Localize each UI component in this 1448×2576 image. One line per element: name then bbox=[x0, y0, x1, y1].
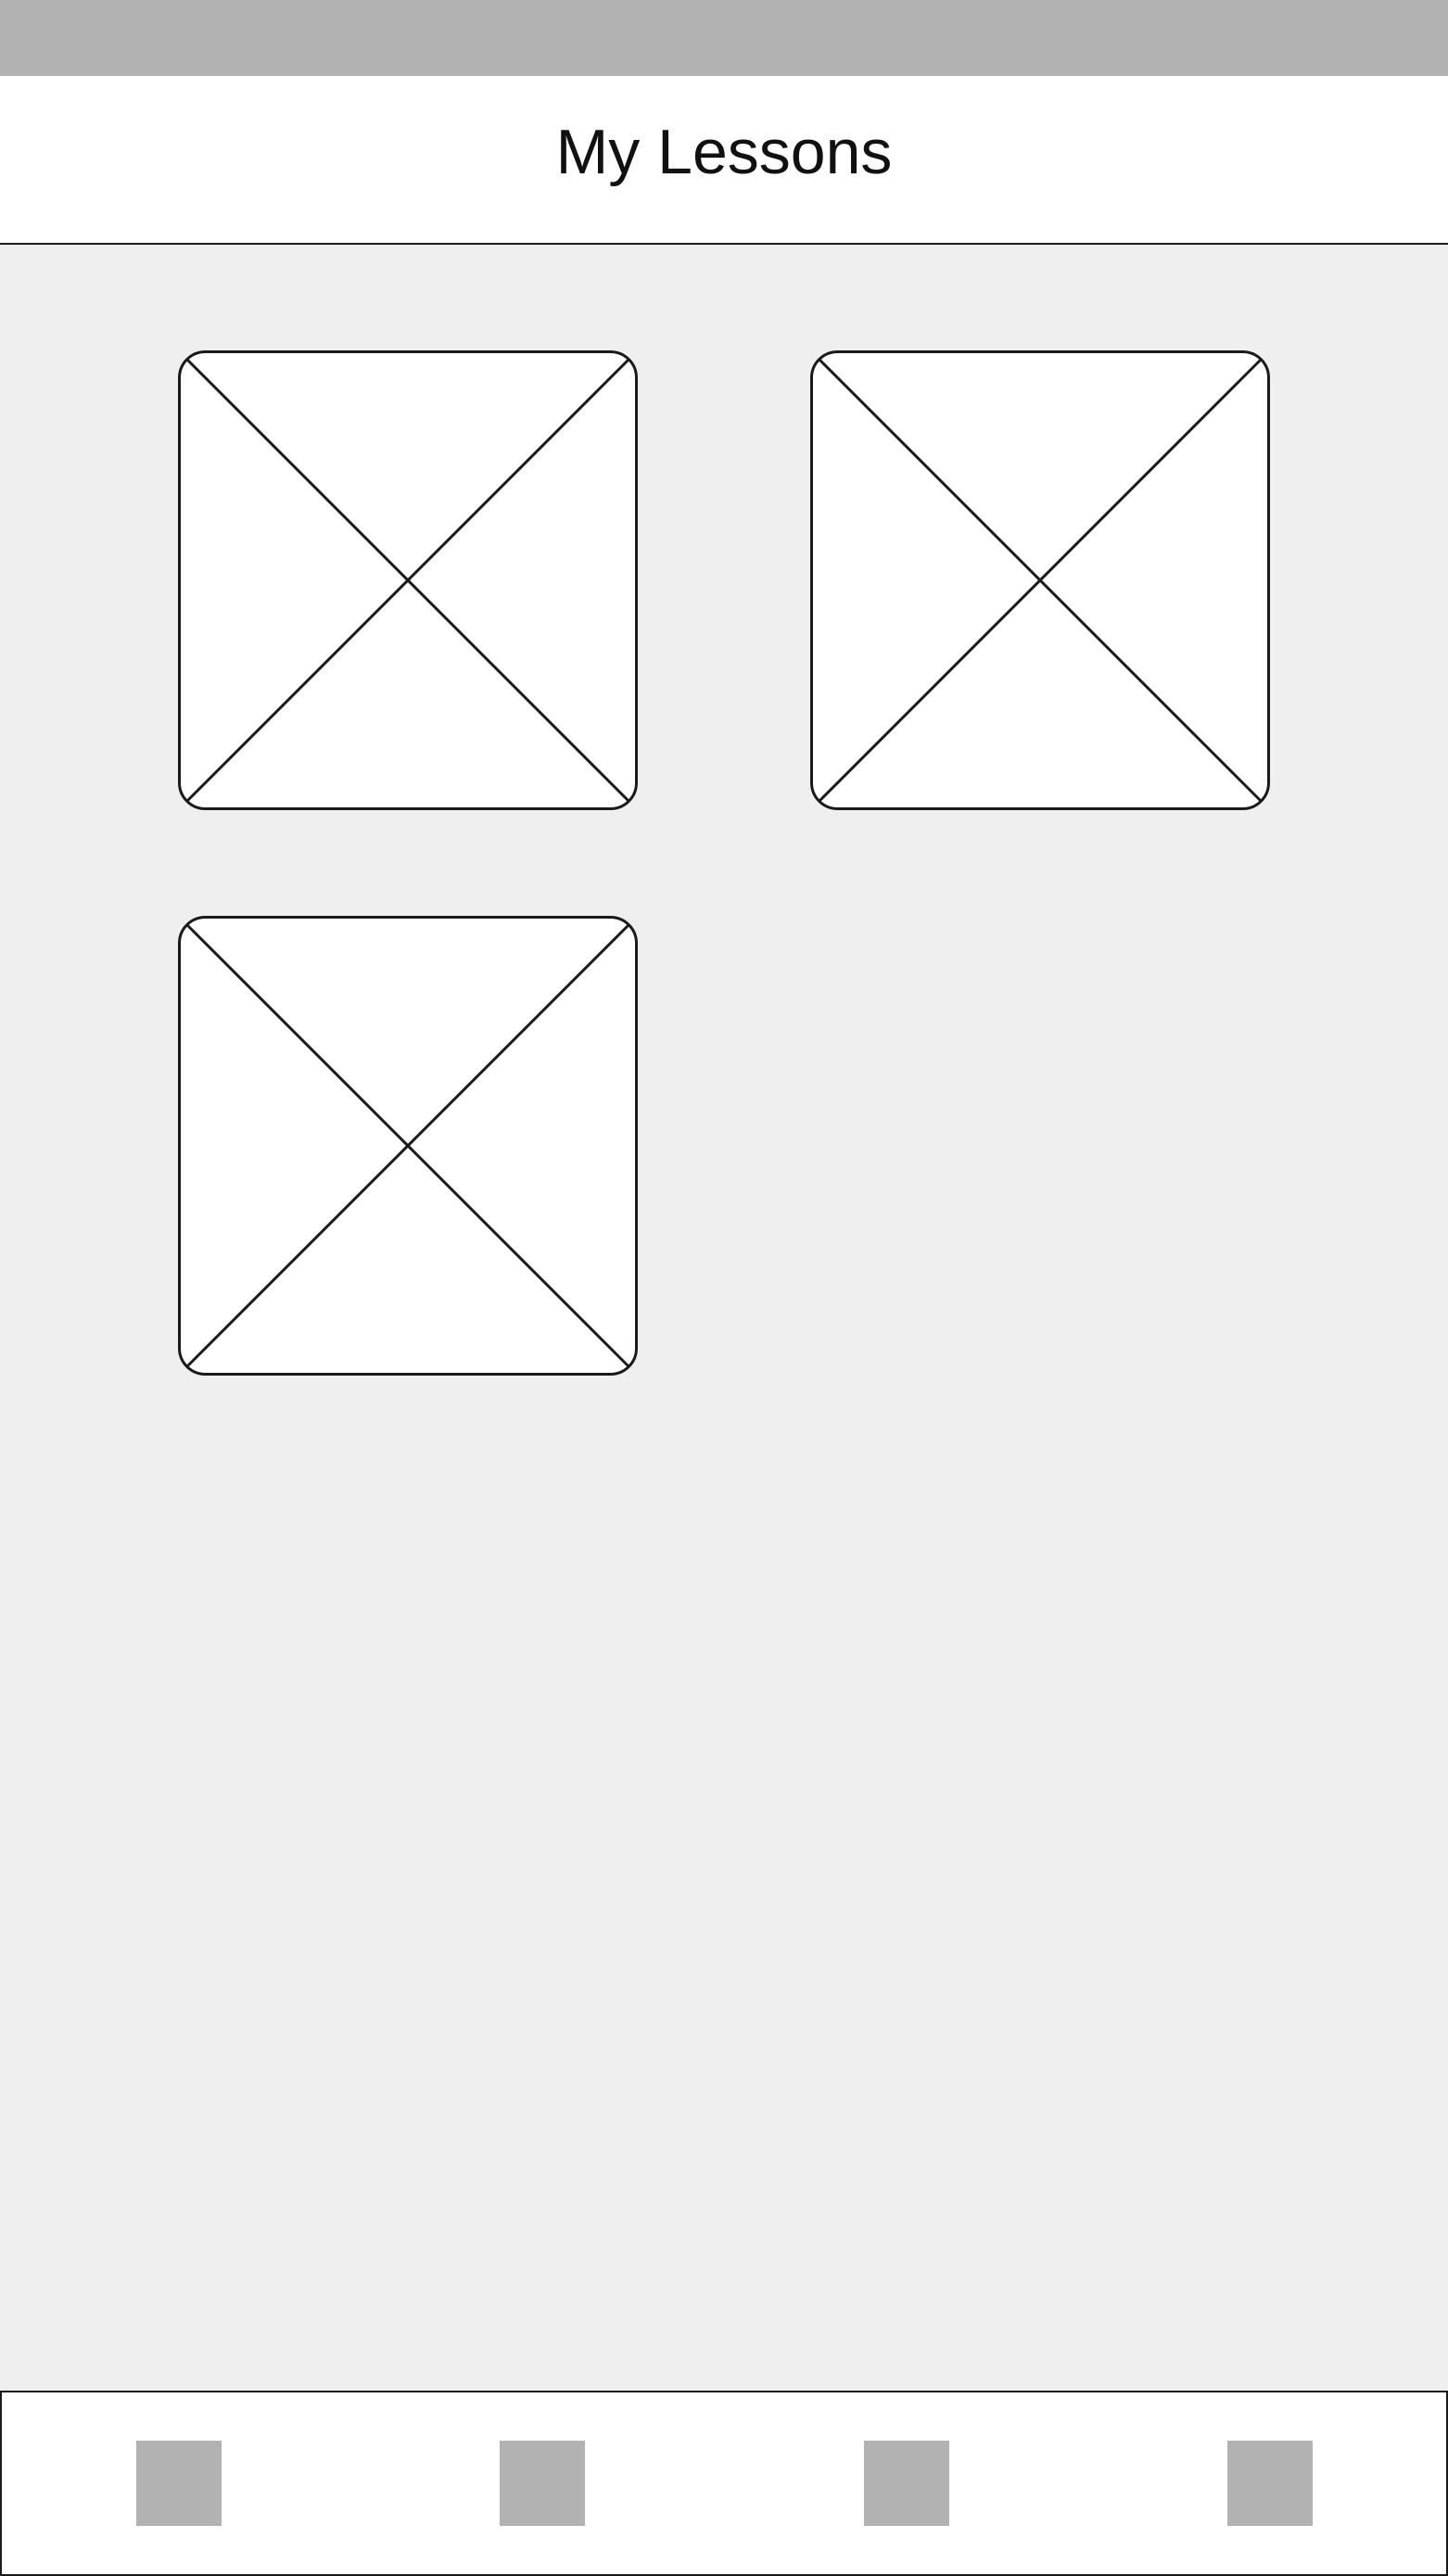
tab-item-2-icon[interactable] bbox=[500, 2441, 585, 2526]
lesson-card[interactable] bbox=[178, 350, 638, 810]
image-placeholder-icon bbox=[178, 350, 638, 810]
tab-item-4-icon[interactable] bbox=[1227, 2441, 1313, 2526]
lesson-card[interactable] bbox=[810, 350, 1270, 810]
bottom-tab-bar bbox=[0, 2391, 1448, 2576]
tab-item-1-icon[interactable] bbox=[136, 2441, 222, 2526]
lessons-grid bbox=[0, 245, 1448, 2392]
status-bar bbox=[0, 0, 1448, 76]
image-placeholder-icon bbox=[178, 916, 638, 1376]
tab-item-3-icon[interactable] bbox=[864, 2441, 949, 2526]
image-placeholder-icon bbox=[810, 350, 1270, 810]
page-title: My Lessons bbox=[555, 117, 893, 187]
header-bar: My Lessons bbox=[0, 76, 1448, 245]
lesson-card[interactable] bbox=[178, 916, 638, 1376]
